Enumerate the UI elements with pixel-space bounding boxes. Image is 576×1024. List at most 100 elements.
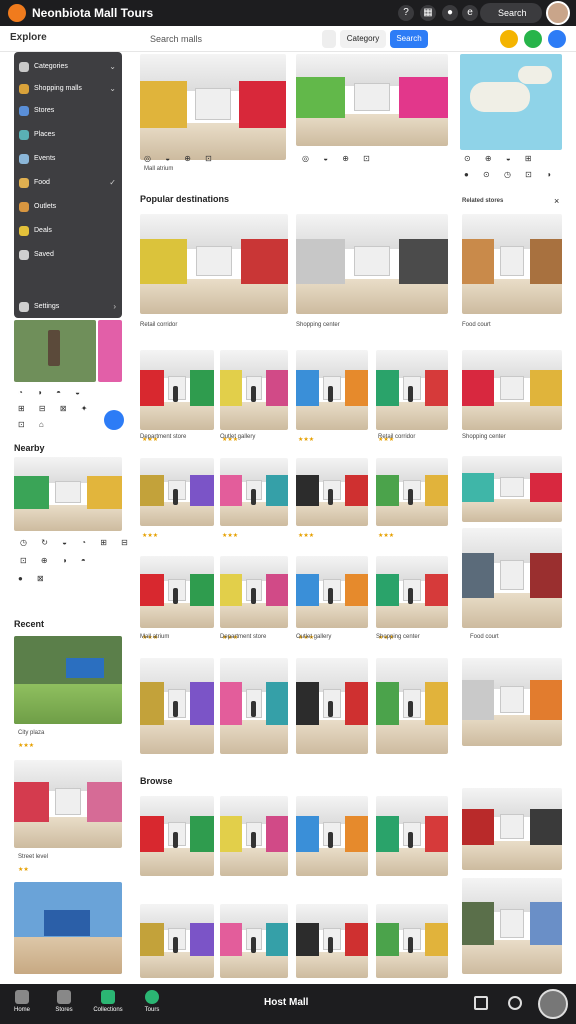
mall-photo[interactable]: [14, 882, 122, 974]
app-logo-icon[interactable]: [8, 4, 26, 22]
mall-photo[interactable]: [140, 556, 214, 628]
bottom-tab-home[interactable]: Home: [2, 990, 42, 1020]
mall-photo[interactable]: [462, 214, 562, 314]
mall-photo[interactable]: [462, 878, 562, 974]
mall-photo[interactable]: [14, 457, 122, 531]
mall-photo[interactable]: [220, 904, 288, 978]
mall-photo[interactable]: [14, 636, 122, 724]
sidebar-item-outlets[interactable]: Outlets: [14, 196, 122, 218]
mall-photo[interactable]: [376, 350, 448, 430]
store-front: [530, 239, 562, 284]
mall-photo[interactable]: [296, 54, 448, 146]
sidebar-item-stores[interactable]: Stores: [14, 100, 122, 122]
mall-photo[interactable]: [140, 54, 286, 160]
mall-photo[interactable]: [462, 788, 562, 870]
profile-switch-icon[interactable]: e: [462, 5, 478, 21]
mall-photo[interactable]: [220, 658, 288, 754]
search-button[interactable]: Search: [390, 30, 428, 48]
mall-photo[interactable]: [376, 458, 448, 526]
mall-photo[interactable]: [376, 904, 448, 978]
mall-photo[interactable]: [14, 760, 122, 848]
toggle-b[interactable]: [524, 30, 542, 48]
mall-photo[interactable]: [462, 350, 562, 430]
mall-photo[interactable]: [296, 904, 368, 978]
mall-photo[interactable]: [140, 658, 214, 754]
mall-photo[interactable]: [140, 904, 214, 978]
bottom-tab-stores[interactable]: Stores: [44, 990, 84, 1020]
corridor: [55, 480, 81, 503]
caption: City plaza: [18, 730, 45, 736]
mall-photo[interactable]: [296, 796, 368, 876]
promo-icon-row-2[interactable]: ⊞ ⊟ ⊠ ✦: [18, 404, 93, 413]
add-floating-button[interactable]: [104, 410, 124, 430]
promo-icon-row[interactable]: ◔ ◑ ◓ ◒: [18, 388, 86, 397]
mall-photo[interactable]: [376, 556, 448, 628]
sidebar-item-food[interactable]: Food ✓: [14, 172, 122, 194]
sidebar-item-saved[interactable]: Saved: [14, 244, 122, 266]
toggle-a[interactable]: [500, 30, 518, 48]
compass-icon[interactable]: [508, 996, 522, 1010]
promo-image[interactable]: [14, 320, 96, 382]
mall-photo[interactable]: [140, 796, 214, 876]
mall-photo[interactable]: [296, 658, 368, 754]
store-front: [296, 370, 320, 406]
promo-icon-row-3[interactable]: ⊡ ⌂: [18, 420, 50, 429]
mall-photo[interactable]: [376, 796, 448, 876]
mall-photo[interactable]: [220, 350, 288, 430]
sidebar-item-events[interactable]: Events: [14, 148, 122, 170]
caption: Retail corridor: [140, 322, 178, 328]
grid-icon[interactable]: ▦: [420, 5, 436, 21]
home-icon[interactable]: [474, 996, 488, 1010]
person-figure: [250, 386, 256, 402]
sidebar-item-malls[interactable]: Shopping malls ⌄: [14, 78, 122, 100]
sidebar-item-settings[interactable]: Settings ›: [14, 296, 122, 318]
map-preview[interactable]: [460, 54, 562, 150]
mall-photo[interactable]: [296, 556, 368, 628]
action-icon-row[interactable]: ◷ ↻ ◒ ◔ ⊞ ⊟: [20, 538, 134, 547]
close-icon[interactable]: ×: [554, 196, 559, 206]
avatar[interactable]: [538, 989, 568, 1019]
mall-photo[interactable]: [220, 458, 288, 526]
rating: ★★★: [142, 533, 159, 539]
caption: Food court: [470, 634, 499, 640]
sidebar-item-deals[interactable]: Deals: [14, 220, 122, 242]
avatar[interactable]: [546, 1, 570, 25]
help-icon[interactable]: ?: [398, 5, 414, 21]
bottom-tab-collections[interactable]: Collections: [88, 990, 128, 1020]
action-icon-row-2[interactable]: ⊡ ⊕ ◑ ◓: [20, 556, 92, 565]
toggle-c[interactable]: [548, 30, 566, 48]
mall-photo[interactable]: [462, 658, 562, 746]
action-icon-row-3[interactable]: ● ⊠: [18, 574, 50, 583]
promo-image-side[interactable]: [98, 320, 122, 382]
store-front: [266, 370, 288, 406]
mall-photo[interactable]: [462, 528, 562, 628]
person-figure: [328, 588, 334, 605]
search-pill-button[interactable]: Search: [480, 3, 542, 23]
store-front: [344, 370, 368, 406]
corridor: [353, 83, 391, 112]
sidebar-item-categories[interactable]: Categories ⌄: [14, 56, 122, 78]
mall-photo[interactable]: [220, 556, 288, 628]
floor: [376, 848, 448, 876]
mall-photo[interactable]: [140, 458, 214, 526]
mall-photo[interactable]: [296, 350, 368, 430]
sidebar-item-places[interactable]: Places: [14, 124, 122, 146]
store-front: [376, 370, 400, 406]
mall-photo[interactable]: [140, 214, 288, 314]
mall-photo[interactable]: [376, 658, 448, 754]
photo-action-row[interactable]: ◎ ◒ ⊕ ⊡: [302, 154, 376, 163]
search-input[interactable]: Search malls: [132, 30, 312, 48]
mall-photo[interactable]: [220, 796, 288, 876]
map-icon-row-2[interactable]: ● ⊙ ◷ ⊡ ◑: [464, 170, 557, 179]
category-chip[interactable]: Category: [340, 30, 386, 48]
map-icon-row[interactable]: ⊙ ⊕ ◒ ⊞: [464, 154, 538, 163]
mall-photo[interactable]: [140, 350, 214, 430]
mall-photo[interactable]: [296, 214, 448, 314]
bottom-tab-tours[interactable]: Tours: [132, 990, 172, 1020]
mall-photo[interactable]: [462, 456, 562, 522]
photo-action-row[interactable]: ◎ ◒ ⊕ ⊡: [144, 154, 218, 163]
notification-icon[interactable]: ●: [442, 5, 458, 21]
mall-photo[interactable]: [296, 458, 368, 526]
filter-icon[interactable]: [322, 30, 336, 48]
store-front: [14, 782, 49, 822]
